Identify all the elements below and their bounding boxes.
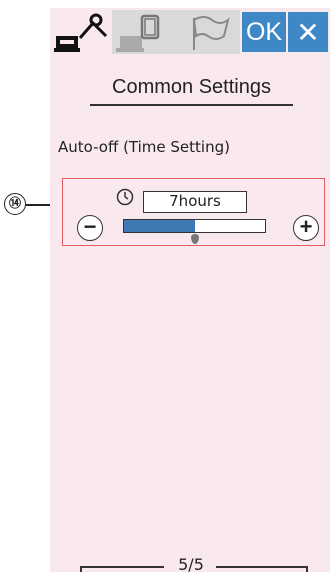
slider-fill bbox=[124, 220, 195, 232]
pager-tick-right bbox=[306, 566, 308, 572]
increase-button[interactable]: + bbox=[293, 215, 319, 241]
page-indicator: 5/5 bbox=[178, 555, 204, 574]
auto-off-setting-group: 7hours − + bbox=[62, 178, 325, 246]
close-button[interactable]: ✕ bbox=[288, 12, 328, 52]
auto-off-slider[interactable] bbox=[123, 219, 266, 233]
tab-language[interactable] bbox=[176, 10, 240, 54]
page-title: Common Settings bbox=[90, 72, 293, 106]
auto-off-section-label: Auto-off (Time Setting) bbox=[58, 138, 230, 156]
decrease-button[interactable]: − bbox=[77, 215, 103, 241]
tab-embroidery-settings[interactable] bbox=[112, 10, 176, 54]
tab-sewing-settings[interactable] bbox=[50, 10, 112, 54]
auto-off-value-display: 7hours bbox=[143, 191, 247, 213]
pager-line-right bbox=[216, 566, 308, 568]
embroidery-settings-icon bbox=[116, 14, 160, 52]
callout-number: ⑭ bbox=[4, 193, 26, 215]
ok-button[interactable]: OK bbox=[242, 12, 286, 52]
pager-line-left bbox=[80, 566, 164, 568]
slider-handle[interactable] bbox=[190, 234, 199, 244]
tab-bar: OK ✕ bbox=[50, 8, 330, 58]
language-flag-icon bbox=[192, 16, 230, 50]
pager-tick-left bbox=[80, 566, 82, 572]
settings-screen: OK ✕ Common Settings Auto-off (Time Sett… bbox=[50, 8, 330, 572]
clock-icon bbox=[116, 188, 134, 206]
sewing-settings-icon bbox=[54, 13, 108, 52]
